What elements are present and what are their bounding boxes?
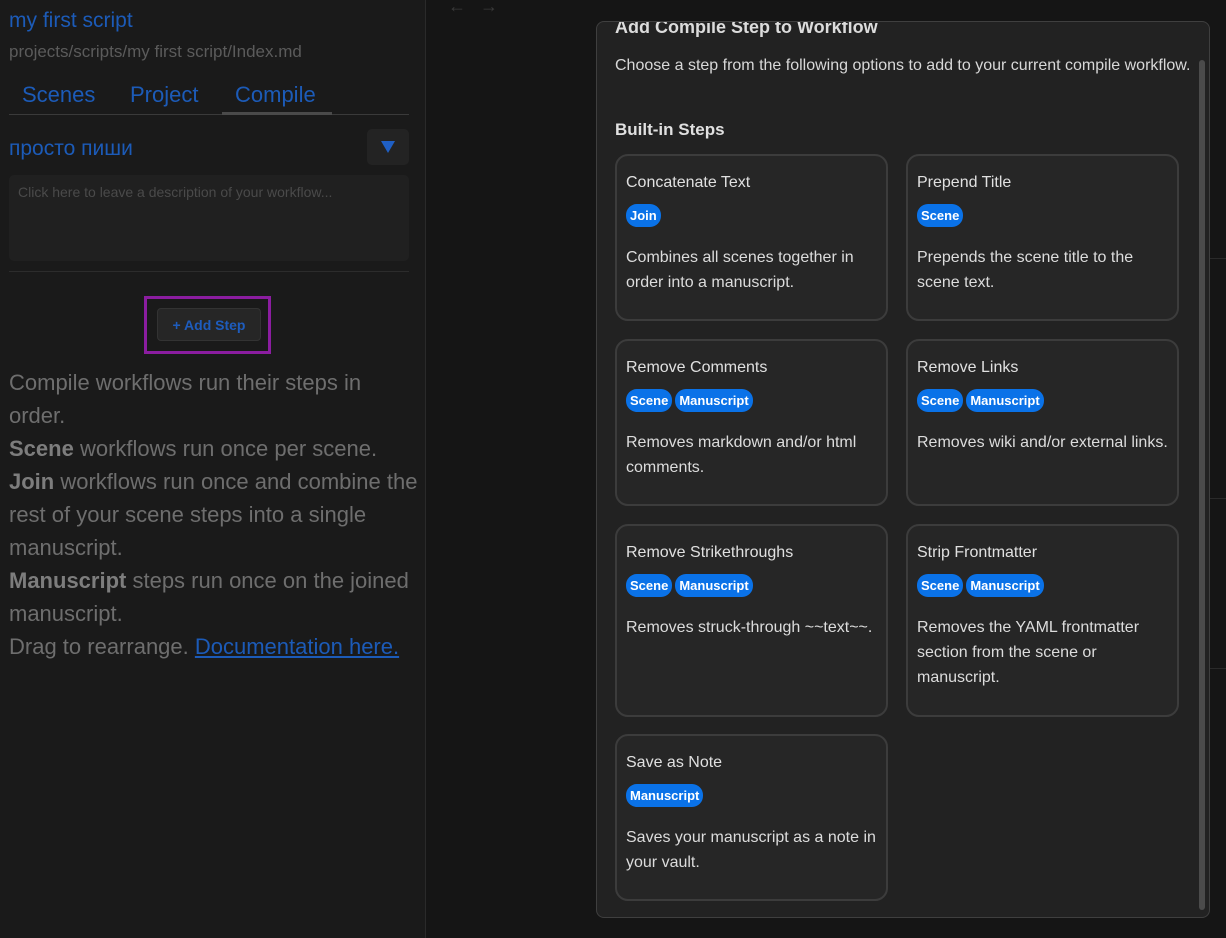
help-scene-rest: workflows run once per scene.: [73, 436, 378, 461]
help-join-bold: Join: [9, 469, 55, 494]
compile-help-text: Compile workflows run their steps in ord…: [9, 366, 419, 663]
script-title[interactable]: my first script: [9, 9, 133, 33]
tag-badge: Manuscript: [626, 784, 704, 807]
tab-scenes[interactable]: Scenes: [22, 82, 95, 108]
tag-badge: Scene: [917, 389, 964, 412]
background-divider: [1209, 668, 1226, 669]
help-drag-text: Drag to rearrange.: [9, 634, 195, 659]
divider: [9, 271, 409, 272]
step-card-prepend-title[interactable]: Prepend Title Scene Prepends the scene t…: [906, 154, 1179, 321]
script-path: projects/scripts/my first script/Index.m…: [9, 42, 302, 61]
tab-project[interactable]: Project: [130, 82, 198, 108]
add-compile-step-modal: Add Compile Step to Workflow Choose a st…: [596, 21, 1210, 918]
step-tags: Scene Manuscript: [626, 574, 753, 597]
triangle-down-icon: [381, 141, 395, 153]
step-description: Removes the YAML frontmatter section fro…: [917, 619, 1140, 686]
back-arrow-icon[interactable]: ←: [448, 0, 480, 16]
step-card-remove-strikethroughs[interactable]: Remove Strikethroughs Scene Manuscript R…: [615, 524, 888, 717]
step-card-save-as-note[interactable]: Save as Note Manuscript Saves your manus…: [615, 734, 888, 901]
forward-arrow-icon[interactable]: →: [480, 0, 512, 16]
tag-badge: Scene: [626, 574, 673, 597]
workflow-description-input[interactable]: [9, 175, 409, 261]
step-description: Combines all scenes together in order in…: [626, 249, 854, 291]
step-title: Remove Comments: [626, 359, 768, 376]
tag-badge: Scene: [917, 204, 964, 227]
workflow-name[interactable]: просто пиши: [9, 137, 133, 161]
step-tags: Join: [626, 204, 661, 227]
step-description: Saves your manuscript as a note in your …: [626, 829, 876, 871]
add-step-button[interactable]: + Add Step: [157, 308, 261, 341]
tag-badge: Manuscript: [675, 389, 753, 412]
step-card-strip-frontmatter[interactable]: Strip Frontmatter Scene Manuscript Remov…: [906, 524, 1179, 717]
sidebar: my first script projects/scripts/my firs…: [0, 0, 426, 938]
background-divider: [1209, 258, 1226, 259]
step-title: Remove Strikethroughs: [626, 544, 794, 561]
tag-badge: Scene: [626, 389, 673, 412]
help-line-1: Compile workflows run their steps in ord…: [9, 370, 362, 428]
step-card-remove-comments[interactable]: Remove Comments Scene Manuscript Removes…: [615, 339, 888, 506]
step-description: Removes wiki and/or external links.: [917, 434, 1168, 451]
step-description: Removes markdown and/or html comments.: [626, 434, 857, 476]
tag-badge: Manuscript: [966, 389, 1044, 412]
workflow-dropdown-button[interactable]: [367, 129, 409, 165]
step-card-concatenate-text[interactable]: Concatenate Text Join Combines all scene…: [615, 154, 888, 321]
section-title: Built-in Steps: [615, 120, 725, 139]
tab-compile[interactable]: Compile: [235, 82, 316, 108]
step-tags: Manuscript: [626, 784, 704, 807]
tab-bar: Scenes Project Compile: [9, 82, 409, 115]
step-title: Concatenate Text: [626, 174, 751, 191]
step-title: Save as Note: [626, 754, 723, 771]
tag-badge: Join: [626, 204, 661, 227]
help-scene-bold: Scene: [9, 436, 74, 461]
nav-arrows: ←→: [448, 0, 512, 17]
step-title: Strip Frontmatter: [917, 544, 1038, 561]
modal-scrollbar[interactable]: [1199, 60, 1205, 910]
app-root: my first script projects/scripts/my firs…: [0, 0, 1226, 938]
step-card-remove-links[interactable]: Remove Links Scene Manuscript Removes wi…: [906, 339, 1179, 506]
step-title: Prepend Title: [917, 174, 1012, 191]
step-description: Prepends the scene title to the scene te…: [917, 249, 1134, 291]
step-tags: Scene Manuscript: [917, 389, 1044, 412]
step-tags: Scene Manuscript: [626, 389, 753, 412]
modal-title: Add Compile Step to Workflow: [615, 21, 878, 37]
step-title: Remove Links: [917, 359, 1019, 376]
help-manuscript-bold: Manuscript: [9, 568, 127, 593]
modal-intro: Choose a step from the following options…: [615, 57, 1191, 74]
tag-badge: Manuscript: [675, 574, 753, 597]
step-tags: Scene: [917, 204, 964, 227]
tag-badge: Manuscript: [966, 574, 1044, 597]
active-tab-indicator: [222, 112, 332, 115]
step-description: Removes struck-through ~~text~~.: [626, 619, 873, 636]
documentation-link[interactable]: Documentation here.: [195, 634, 399, 659]
background-divider: [1209, 498, 1226, 499]
help-join-rest: workflows run once and combine the rest …: [9, 469, 418, 560]
step-tags: Scene Manuscript: [917, 574, 1044, 597]
tag-badge: Scene: [917, 574, 964, 597]
